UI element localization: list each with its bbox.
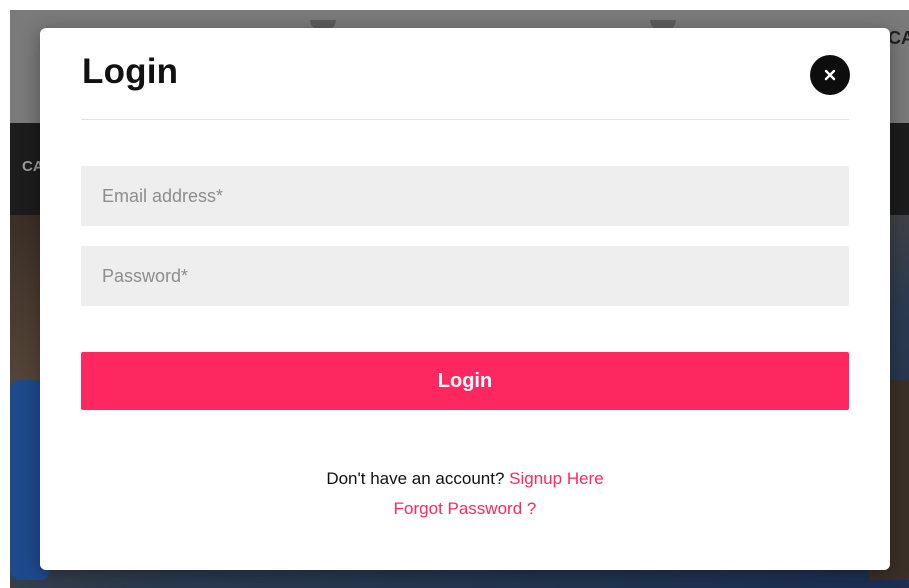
password-field[interactable]	[81, 246, 849, 306]
forgot-line: Forgot Password ?	[40, 494, 890, 524]
background-header-text: CA	[888, 28, 909, 48]
login-button[interactable]: Login	[81, 352, 849, 410]
signup-line: Don't have an account? Signup Here	[40, 464, 890, 494]
signup-link[interactable]: Signup Here	[509, 469, 604, 488]
close-button[interactable]	[810, 55, 850, 95]
no-account-text: Don't have an account?	[326, 469, 505, 488]
close-icon	[824, 69, 836, 81]
modal-footer: Don't have an account? Signup Here Forgo…	[40, 464, 890, 524]
email-field[interactable]	[81, 166, 849, 226]
modal-divider	[81, 119, 849, 120]
page-backdrop: CA CA Login Login Don't have an account?…	[0, 0, 909, 588]
modal-title: Login	[82, 52, 179, 91]
forgot-password-link[interactable]: Forgot Password ?	[394, 499, 537, 518]
login-modal: Login Login Don't have an account? Signu…	[40, 28, 890, 570]
